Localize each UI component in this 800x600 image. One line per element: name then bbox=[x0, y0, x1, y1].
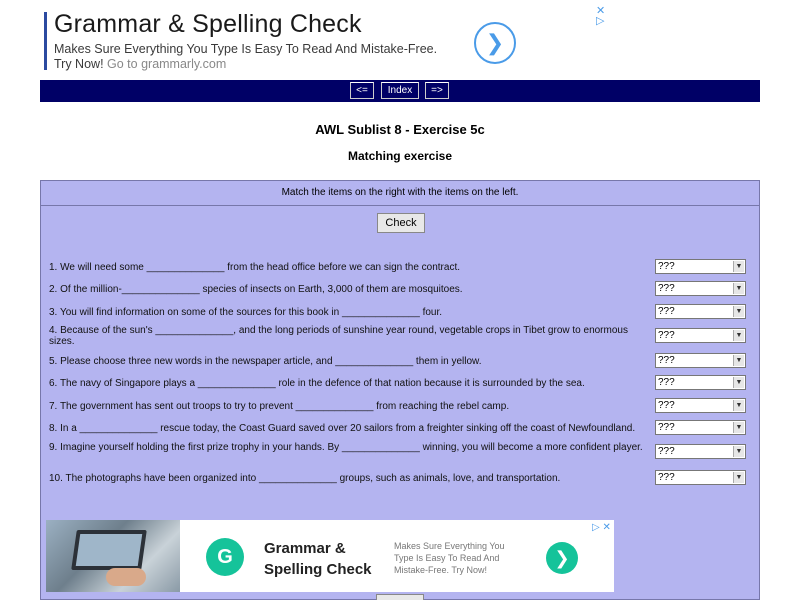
answer-select-9[interactable]: ??? ▼ bbox=[655, 444, 746, 459]
next-button[interactable]: => bbox=[425, 82, 449, 99]
bottom-ad-title[interactable]: Grammar & Spelling Check bbox=[264, 538, 384, 580]
page-subtitle: Matching exercise bbox=[347, 149, 453, 163]
answer-value: ??? bbox=[658, 472, 675, 483]
answer-value: ??? bbox=[658, 283, 675, 294]
question-3: 3. You will find information on some of … bbox=[49, 307, 443, 318]
prev-button[interactable]: <= bbox=[350, 82, 374, 99]
chevron-down-icon: ▼ bbox=[733, 422, 744, 433]
answer-value: ??? bbox=[658, 377, 675, 388]
bottom-ad-description: Makes Sure Everything You Type Is Easy T… bbox=[394, 541, 505, 575]
bottom-check-button-partial[interactable] bbox=[376, 594, 424, 600]
chevron-down-icon: ▼ bbox=[733, 306, 744, 317]
question-10: 10. The photographs have been organized … bbox=[49, 473, 561, 484]
answer-select-7[interactable]: ??? ▼ bbox=[655, 398, 746, 413]
page-title: AWL Sublist 8 - Exercise 5c bbox=[315, 122, 485, 137]
chevron-down-icon: ▼ bbox=[733, 400, 744, 411]
answer-select-2[interactable]: ??? ▼ bbox=[655, 281, 746, 296]
laptop-screen bbox=[75, 534, 143, 566]
instruction-text: Match the items on the right with the it… bbox=[41, 181, 759, 206]
question-2: 2. Of the million-______________ species… bbox=[49, 284, 463, 295]
ad-domain-link[interactable]: Go to grammarly.com bbox=[107, 57, 226, 71]
answer-value: ??? bbox=[658, 422, 675, 433]
answer-value: ??? bbox=[658, 400, 675, 411]
answer-value: ??? bbox=[658, 355, 675, 366]
question-8: 8. In a ______________ rescue today, the… bbox=[49, 423, 636, 434]
answer-value: ??? bbox=[658, 330, 675, 341]
question-7: 7. The government has sent out troops to… bbox=[49, 401, 510, 412]
check-button[interactable]: Check bbox=[377, 213, 425, 233]
chevron-down-icon: ▼ bbox=[733, 355, 744, 366]
answer-select-1[interactable]: ??? ▼ bbox=[655, 259, 746, 274]
answer-select-4[interactable]: ??? ▼ bbox=[655, 328, 746, 343]
question-9: 9. Imagine yourself holding the first pr… bbox=[49, 442, 643, 453]
ad-next-icon[interactable]: ❯ bbox=[474, 22, 516, 64]
question-6: 6. The navy of Singapore plays a _______… bbox=[49, 378, 585, 389]
answer-select-8[interactable]: ??? ▼ bbox=[655, 420, 746, 435]
grammarly-logo-icon: G bbox=[206, 538, 244, 576]
answer-select-6[interactable]: ??? ▼ bbox=[655, 375, 746, 390]
answer-value: ??? bbox=[658, 306, 675, 317]
bottom-adchoices-icon[interactable]: ▷ ✕ bbox=[592, 522, 611, 533]
answer-value: ??? bbox=[658, 446, 675, 457]
answer-select-10[interactable]: ??? ▼ bbox=[655, 470, 746, 485]
adchoices-icon[interactable]: ▷ bbox=[596, 16, 605, 27]
ad-accent-bar bbox=[44, 12, 47, 70]
question-1: 1. We will need some ______________ from… bbox=[49, 262, 461, 273]
index-button[interactable]: Index bbox=[381, 82, 419, 99]
nav-bar: <= Index => bbox=[40, 80, 760, 102]
question-5: 5. Please choose three new words in the … bbox=[49, 356, 482, 367]
ad-description: Makes Sure Everything You Type Is Easy T… bbox=[54, 42, 454, 72]
question-4: 4. Because of the sun's ______________, … bbox=[49, 325, 628, 347]
adchoices-icons[interactable]: ✕ ▷ bbox=[596, 6, 605, 27]
ad-laptop-photo bbox=[46, 520, 180, 592]
laptop-image bbox=[71, 530, 147, 570]
answer-value: ??? bbox=[658, 261, 675, 272]
chevron-down-icon: ▼ bbox=[733, 330, 744, 341]
chevron-down-icon: ▼ bbox=[733, 472, 744, 483]
bottom-ad-banner[interactable]: G Grammar & Spelling Check Makes Sure Ev… bbox=[46, 520, 614, 592]
chevron-down-icon: ▼ bbox=[733, 283, 744, 294]
hand-image bbox=[106, 568, 146, 586]
chevron-down-icon: ▼ bbox=[733, 446, 744, 457]
answer-select-5[interactable]: ??? ▼ bbox=[655, 353, 746, 368]
answer-select-3[interactable]: ??? ▼ bbox=[655, 304, 746, 319]
ad-title[interactable]: Grammar & Spelling Check bbox=[54, 10, 362, 39]
top-ad-banner[interactable]: Grammar & Spelling Check Makes Sure Ever… bbox=[44, 10, 564, 74]
chevron-down-icon: ▼ bbox=[733, 377, 744, 388]
chevron-down-icon: ▼ bbox=[733, 261, 744, 272]
bottom-ad-next-icon[interactable]: ❯ bbox=[546, 542, 578, 574]
